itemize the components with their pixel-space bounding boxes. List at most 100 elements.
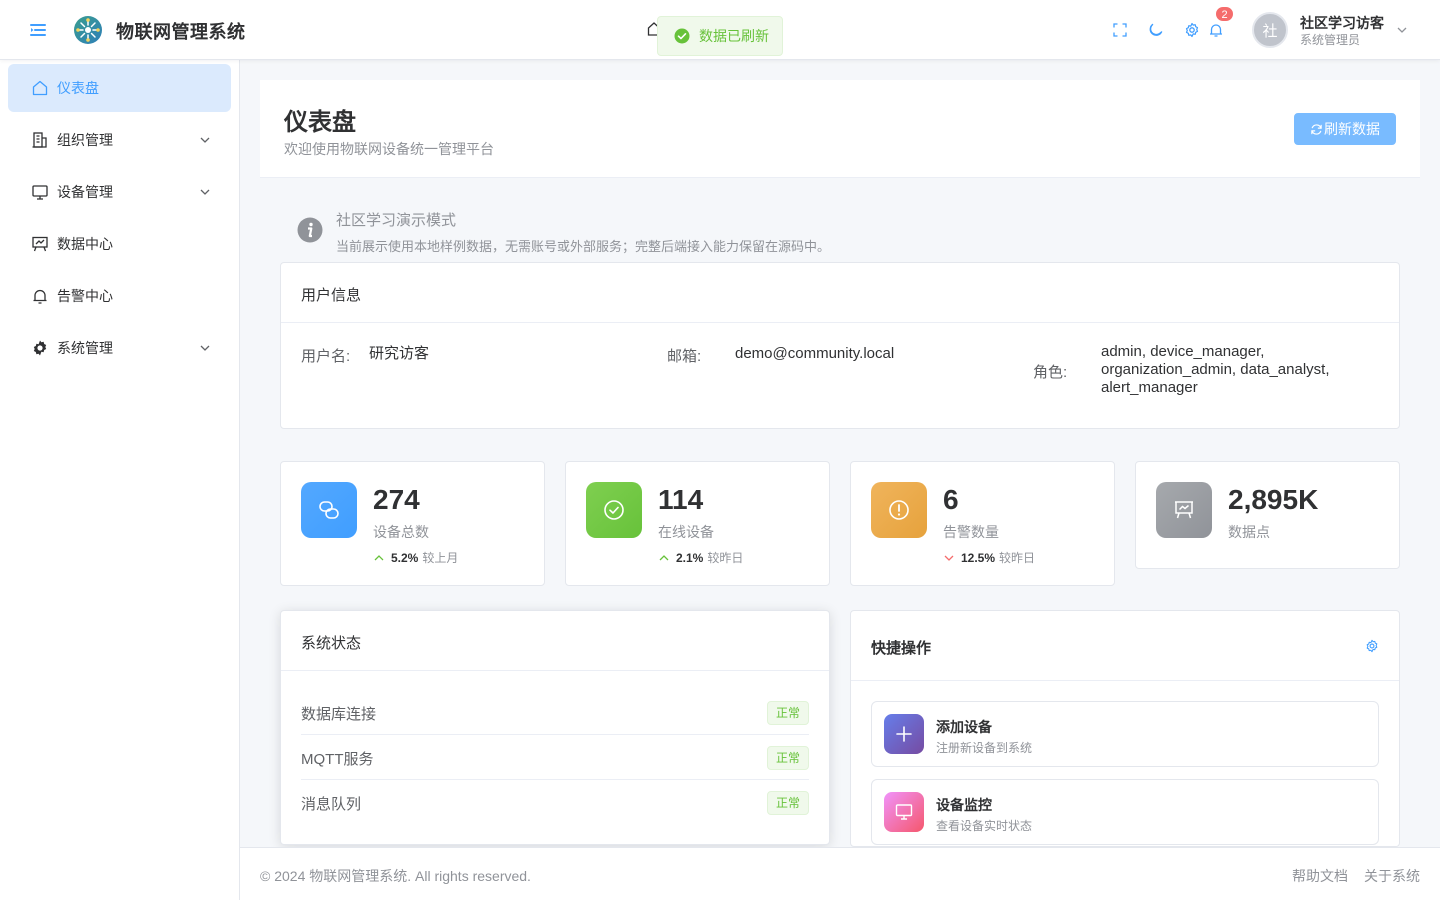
check-circle-icon xyxy=(586,482,642,538)
stat-label: 在线设备 xyxy=(658,524,714,540)
username-value: 研究访客 xyxy=(369,345,430,362)
status-badge: 正常 xyxy=(766,791,809,815)
status-badge: 正常 xyxy=(766,746,809,770)
trend-label: 较昨日 xyxy=(999,551,1036,565)
refresh-data-button[interactable]: 刷新数据 xyxy=(1294,113,1396,145)
quick-action-title: 添加设备 xyxy=(936,719,992,735)
roles-value: admin, device_manager, organization_admi… xyxy=(1101,343,1330,396)
quick-action-device-monitor[interactable]: 设备监控 查看设备实时状态 xyxy=(871,779,1379,845)
sidebar-item-dashboard[interactable]: 仪表盘 xyxy=(8,64,231,112)
user-role: 系统管理员 xyxy=(1300,33,1361,47)
warning-icon xyxy=(871,482,927,538)
page-subtitle: 欢迎使用物联网设备统一管理平台 xyxy=(284,141,494,157)
trend-value: 12.5% xyxy=(961,550,996,565)
refresh-label: 刷新数据 xyxy=(1324,121,1380,137)
roles-label: 角色: xyxy=(1033,364,1068,381)
fullscreen-icon[interactable] xyxy=(1112,22,1128,38)
quick-action-title: 设备监控 xyxy=(936,797,992,813)
success-toast: 数据已刷新 xyxy=(657,16,783,56)
stat-value: 274 xyxy=(373,484,420,515)
plus-icon xyxy=(884,714,924,754)
gear-icon[interactable] xyxy=(1365,639,1379,653)
sidebar-item-data-center[interactable]: 数据中心 xyxy=(8,220,231,268)
stat-value: 6 xyxy=(943,484,959,515)
sidebar: 仪表盘 组织管理 设备管理 数据中心 告警中心 系统管理 xyxy=(0,60,240,900)
stat-value: 114 xyxy=(658,484,704,515)
stat-label: 告警数量 xyxy=(943,524,999,540)
stat-trend: 12.5% 较昨日 xyxy=(943,549,1035,566)
trend-value: 5.2% xyxy=(391,550,419,565)
sidebar-item-label: 设备管理 xyxy=(57,184,113,200)
monitor-icon xyxy=(884,792,924,832)
stat-label: 设备总数 xyxy=(373,524,429,540)
quick-action-add-device[interactable]: 添加设备 注册新设备到系统 xyxy=(871,701,1379,767)
bell-icon xyxy=(31,287,49,305)
card-title: 用户信息 xyxy=(301,287,362,304)
demo-mode-alert: 社区学习演示模式 当前展示使用本地样例数据，无需账号或外部服务；完整后端接入能力… xyxy=(281,196,1399,262)
sidebar-item-devices[interactable]: 设备管理 xyxy=(8,168,231,216)
bell-icon[interactable] xyxy=(1208,22,1224,38)
sidebar-item-label: 数据中心 xyxy=(57,236,113,252)
sidebar-item-label: 系统管理 xyxy=(57,340,113,356)
chevron-down-icon xyxy=(199,134,211,146)
link-icon xyxy=(301,482,357,538)
alert-title: 社区学习演示模式 xyxy=(336,212,457,229)
data-board-icon xyxy=(31,235,49,253)
help-docs-link[interactable]: 帮助文档 xyxy=(1292,866,1348,886)
system-status-card: 系统状态 数据库连接 正常 MQTT服务 正常 消息队列 正常 xyxy=(280,610,830,845)
trend-label: 较昨日 xyxy=(707,551,744,565)
arrow-down-icon xyxy=(944,555,954,561)
quick-action-desc: 注册新设备到系统 xyxy=(936,741,1033,755)
notification-badge: 2 xyxy=(1215,6,1234,22)
monitor-icon xyxy=(31,183,49,201)
refresh-icon xyxy=(1311,123,1322,135)
email-label: 邮箱: xyxy=(667,348,702,365)
card-title: 快捷操作 xyxy=(871,640,932,657)
home-icon xyxy=(31,79,49,97)
status-row: 数据库连接 正常 xyxy=(301,690,809,735)
toast-message: 数据已刷新 xyxy=(699,28,769,44)
page-title: 仪表盘 xyxy=(284,109,356,136)
copyright-text: © 2024 物联网管理系统. All rights reserved. xyxy=(260,868,531,884)
chevron-down-icon[interactable] xyxy=(1396,24,1408,36)
quick-actions-card: 快捷操作 添加设备 注册新设备到系统 设备监控 查看设备实时状态 xyxy=(850,610,1400,847)
card-header: 用户信息 xyxy=(281,263,1399,323)
stat-trend: 2.1% 较昨日 xyxy=(658,549,743,566)
sidebar-item-alerts[interactable]: 告警中心 xyxy=(8,272,231,320)
moon-icon[interactable] xyxy=(1148,22,1164,38)
username-label: 用户名: xyxy=(301,348,351,365)
sidebar-item-organization[interactable]: 组织管理 xyxy=(8,116,231,164)
sidebar-item-label: 仪表盘 xyxy=(57,80,99,96)
trend-label: 较上月 xyxy=(422,551,459,565)
status-row: MQTT服务 正常 xyxy=(301,735,809,780)
stat-card-online: 114 在线设备 2.1% 较昨日 xyxy=(565,461,830,586)
status-name: 数据库连接 xyxy=(301,706,377,723)
menu-toggle-icon[interactable] xyxy=(28,20,48,40)
card-title: 系统状态 xyxy=(301,635,362,652)
email-value: demo@community.local xyxy=(735,345,895,362)
sidebar-item-label: 告警中心 xyxy=(57,288,113,304)
footer: © 2024 物联网管理系统. All rights reserved. 帮助文… xyxy=(240,847,1440,900)
page-header: 仪表盘 欢迎使用物联网设备统一管理平台 刷新数据 xyxy=(260,80,1420,178)
user-name[interactable]: 社区学习访客 xyxy=(1300,13,1384,33)
data-board-icon xyxy=(1156,482,1212,538)
building-icon xyxy=(31,131,49,149)
stat-card-alerts: 6 告警数量 12.5% 较昨日 xyxy=(850,461,1115,586)
card-header: 系统状态 xyxy=(281,611,829,671)
avatar[interactable]: 社 xyxy=(1252,12,1288,48)
arrow-up-icon xyxy=(374,554,384,560)
chevron-down-icon xyxy=(199,186,211,198)
card-header: 快捷操作 xyxy=(851,611,1399,681)
status-name: MQTT服务 xyxy=(301,751,374,768)
stat-label: 数据点 xyxy=(1228,524,1270,540)
gear-icon[interactable] xyxy=(1184,22,1200,38)
sidebar-item-system[interactable]: 系统管理 xyxy=(8,324,231,372)
app-title: 物联网管理系统 xyxy=(116,22,246,42)
stat-value: 2,895K xyxy=(1228,484,1319,515)
gear-icon xyxy=(31,339,49,357)
about-system-link[interactable]: 关于系统 xyxy=(1364,866,1420,886)
trend-value: 2.1% xyxy=(676,550,704,565)
quick-action-desc: 查看设备实时状态 xyxy=(936,819,1033,833)
status-name: 消息队列 xyxy=(301,796,362,813)
chevron-down-icon xyxy=(199,342,211,354)
